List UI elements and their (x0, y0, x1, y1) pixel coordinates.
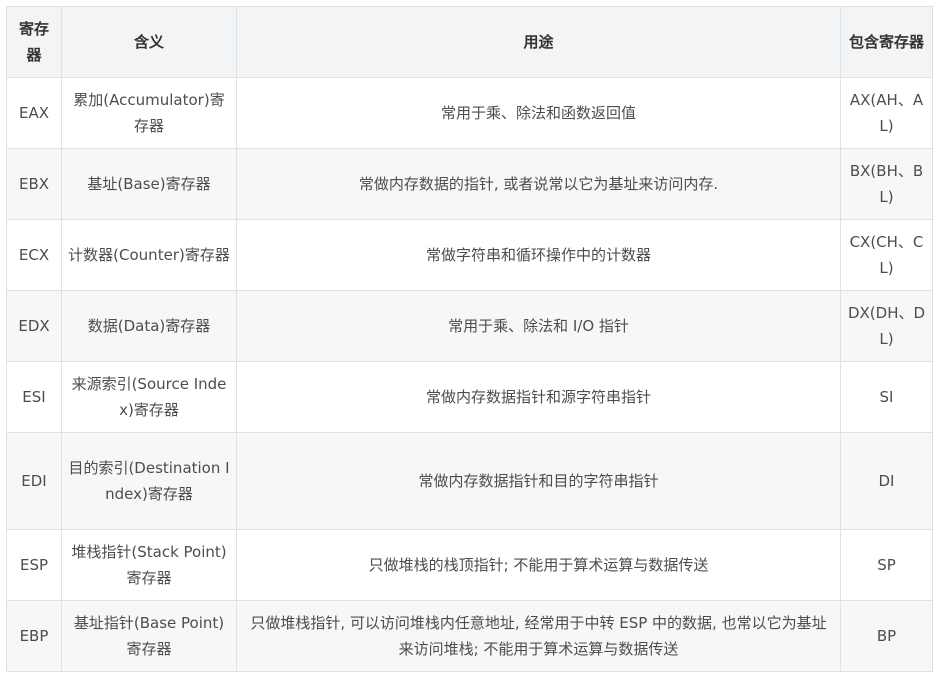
table-row: ECX 计数器(Counter)寄存器 常做字符串和循环操作中的计数器 CX(C… (6, 219, 933, 291)
header-row: 寄存器 含义 用途 包含寄存器 (6, 6, 933, 78)
table-row: EAX 累加(Accumulator)寄存器 常用于乘、除法和函数返回值 AX(… (6, 77, 933, 149)
cell-register: EDX (6, 290, 62, 362)
cell-meaning: 来源索引(Source Index)寄存器 (61, 361, 237, 433)
cell-contains: SP (840, 529, 933, 601)
table-row: EDX 数据(Data)寄存器 常用于乘、除法和 I/O 指针 DX(DH、DL… (6, 290, 933, 362)
cell-usage: 常做内存数据指针和源字符串指针 (236, 361, 841, 433)
cell-usage: 只做堆栈指针, 可以访问堆栈内任意地址, 经常用于中转 ESP 中的数据, 也常… (236, 600, 841, 672)
cell-contains: DX(DH、DL) (840, 290, 933, 362)
header-usage: 用途 (236, 6, 841, 78)
cell-register: EBP (6, 600, 62, 672)
table-header: 寄存器 含义 用途 包含寄存器 (6, 6, 933, 78)
cell-contains: DI (840, 432, 933, 530)
cell-usage: 只做堆栈的栈顶指针; 不能用于算术运算与数据传送 (236, 529, 841, 601)
register-table: 寄存器 含义 用途 包含寄存器 EAX 累加(Accumulator)寄存器 常… (6, 6, 933, 672)
cell-usage: 常做字符串和循环操作中的计数器 (236, 219, 841, 291)
cell-meaning: 计数器(Counter)寄存器 (61, 219, 237, 291)
cell-meaning: 目的索引(Destination Index)寄存器 (61, 432, 237, 530)
cell-meaning: 堆栈指针(Stack Point)寄存器 (61, 529, 237, 601)
cell-register: EDI (6, 432, 62, 530)
cell-usage: 常用于乘、除法和函数返回值 (236, 77, 841, 149)
cell-register: EAX (6, 77, 62, 149)
cell-register: ESI (6, 361, 62, 433)
cell-register: ECX (6, 219, 62, 291)
cell-usage: 常做内存数据指针和目的字符串指针 (236, 432, 841, 530)
cell-usage: 常用于乘、除法和 I/O 指针 (236, 290, 841, 362)
table-row: EDI 目的索引(Destination Index)寄存器 常做内存数据指针和… (6, 432, 933, 530)
cell-contains: CX(CH、CL) (840, 219, 933, 291)
cell-contains: BP (840, 600, 933, 672)
table-row: ESP 堆栈指针(Stack Point)寄存器 只做堆栈的栈顶指针; 不能用于… (6, 529, 933, 601)
cell-register: ESP (6, 529, 62, 601)
cell-meaning: 基址(Base)寄存器 (61, 148, 237, 220)
cell-usage: 常做内存数据的指针, 或者说常以它为基址来访问内存. (236, 148, 841, 220)
header-meaning: 含义 (61, 6, 237, 78)
cell-contains: SI (840, 361, 933, 433)
table-row: ESI 来源索引(Source Index)寄存器 常做内存数据指针和源字符串指… (6, 361, 933, 433)
cell-meaning: 累加(Accumulator)寄存器 (61, 77, 237, 149)
header-contains: 包含寄存器 (840, 6, 933, 78)
register-table-container: 寄存器 含义 用途 包含寄存器 EAX 累加(Accumulator)寄存器 常… (6, 6, 933, 672)
cell-meaning: 基址指针(Base Point)寄存器 (61, 600, 237, 672)
table-row: EBX 基址(Base)寄存器 常做内存数据的指针, 或者说常以它为基址来访问内… (6, 148, 933, 220)
header-register: 寄存器 (6, 6, 62, 78)
cell-contains: BX(BH、BL) (840, 148, 933, 220)
cell-contains: AX(AH、AL) (840, 77, 933, 149)
table-row: EBP 基址指针(Base Point)寄存器 只做堆栈指针, 可以访问堆栈内任… (6, 600, 933, 672)
cell-meaning: 数据(Data)寄存器 (61, 290, 237, 362)
cell-register: EBX (6, 148, 62, 220)
table-body: EAX 累加(Accumulator)寄存器 常用于乘、除法和函数返回值 AX(… (6, 77, 933, 672)
